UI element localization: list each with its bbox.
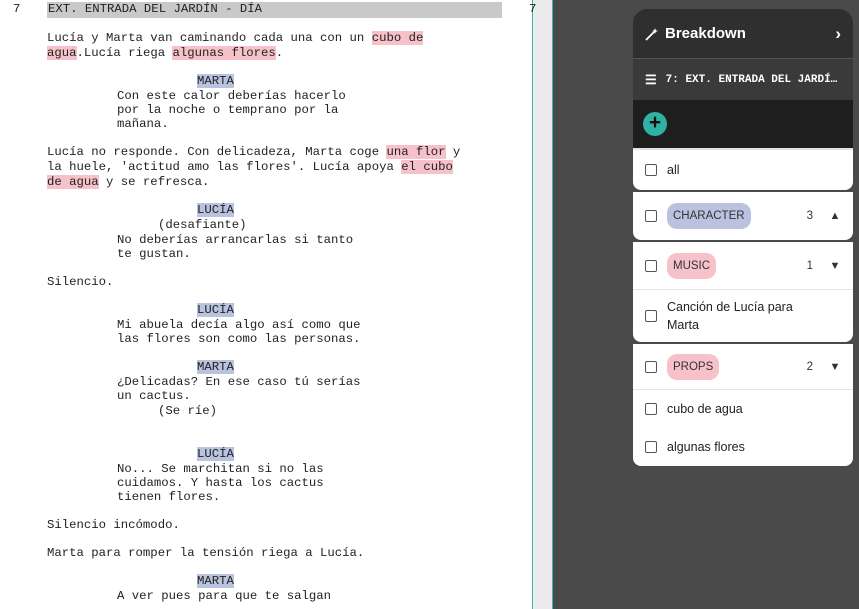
dialogue-line: mañana. (117, 117, 169, 131)
dialogue-line: No deberías arrancarlas si tanto (117, 233, 354, 247)
breakdown-item[interactable]: cubo de agua (633, 390, 853, 428)
dialogue-line: las flores son como las personas. (117, 332, 361, 346)
action-line: Lucía no responde. Con delicadeza, Marta… (47, 145, 461, 159)
chevron-down-icon[interactable]: ▼ (829, 361, 841, 373)
scene-number-left: 7 (13, 2, 21, 16)
category-pill: MUSIC (667, 252, 717, 279)
item-checkbox[interactable] (645, 310, 657, 322)
category-checkbox[interactable] (645, 360, 657, 373)
category-row-character[interactable]: CHARACTER 3 ▲ (633, 192, 853, 240)
dialogue-line: Con este calor deberías hacerlo (117, 89, 346, 103)
dialogue-line: te gustan. (117, 247, 191, 261)
dialogue-line: cuidamos. Y hasta los cactus (117, 476, 324, 490)
chevron-right-icon[interactable]: › (835, 24, 841, 44)
breakdown-item[interactable]: Canción de Lucía para Marta (633, 290, 853, 342)
category-card-character: CHARACTER 3 ▲ (633, 192, 853, 240)
all-row[interactable]: all (633, 150, 853, 190)
category-count: 2 (806, 360, 813, 373)
character-cue: MARTA (197, 360, 234, 375)
tagged-character[interactable]: LUCÍA (197, 447, 234, 461)
category-pill: PROPS (667, 353, 720, 380)
script-page: 7 EXT. ENTRADA DEL JARDÍN - DÍA 7 Lucía … (0, 0, 553, 609)
chevron-up-icon[interactable]: ▲ (829, 210, 841, 222)
item-label: cubo de agua (667, 402, 743, 416)
breakdown-title: Breakdown (665, 25, 746, 42)
page-gutter (532, 0, 552, 609)
breakdown-item[interactable]: algunas flores (633, 428, 853, 466)
character-cue: MARTA (197, 74, 234, 89)
dialogue-line: un cactus. (117, 389, 191, 403)
action-line: la huele, 'actitud amo las flores'. Lucí… (47, 160, 453, 174)
action-line: Marta para romper la tensión riega a Luc… (47, 546, 365, 560)
dialogue-line: A ver pues para que te salgan (117, 589, 332, 603)
action-line: agua.Lucía riega algunas flores. (47, 46, 284, 60)
item-label: Canción de Lucía para Marta (667, 300, 793, 332)
category-card-music: MUSIC 1 ▼ Canción de Lucía para Marta (633, 242, 853, 342)
tagged-prop[interactable]: agua (47, 46, 77, 60)
character-cue: MARTA (197, 574, 234, 589)
breakdown-panel: Breakdown › ☰ 7: EXT. ENTRADA DEL JARDÍ…… (633, 9, 853, 466)
all-label: all (667, 163, 680, 177)
tagged-character[interactable]: MARTA (197, 360, 234, 374)
magic-wand-icon (645, 27, 658, 41)
tagged-character[interactable]: LUCÍA (197, 303, 234, 317)
category-card-all: all (633, 148, 853, 190)
action-line: Silencio incómodo. (47, 518, 180, 532)
all-checkbox[interactable] (645, 164, 657, 176)
scene-number-right: 7 (529, 2, 537, 16)
action-line: de agua y se refresca. (47, 175, 210, 189)
tagged-character[interactable]: MARTA (197, 574, 234, 588)
chevron-down-icon[interactable]: ▼ (829, 260, 841, 272)
action-line: Silencio. (47, 275, 114, 289)
tagged-character[interactable]: MARTA (197, 74, 234, 88)
parenthetical: (Se ríe) (158, 404, 218, 418)
character-cue: LUCÍA (197, 303, 234, 318)
item-label: algunas flores (667, 440, 745, 454)
category-checkbox[interactable] (645, 259, 657, 272)
tagged-prop[interactable]: el cubo (401, 160, 453, 174)
tagged-prop[interactable]: algunas flores (172, 46, 276, 60)
dialogue-line: ¿Delicadas? En ese caso tú serías (117, 375, 361, 389)
dialogue-line: No... Se marchitan si no las (117, 462, 324, 476)
category-checkbox[interactable] (645, 210, 657, 222)
item-checkbox[interactable] (645, 403, 657, 415)
dialogue-line: tienen flores. (117, 490, 221, 504)
category-row-props[interactable]: PROPS 2 ▼ (633, 344, 853, 390)
tagged-character[interactable]: LUCÍA (197, 203, 234, 217)
scene-selector[interactable]: ☰ 7: EXT. ENTRADA DEL JARDÍ… (633, 59, 853, 100)
menu-icon[interactable]: ☰ (645, 72, 657, 88)
add-element-button[interactable]: + (643, 112, 667, 136)
character-cue: LUCÍA (197, 447, 234, 462)
dialogue-line: por la noche o temprano por la (117, 103, 339, 117)
scene-selector-label: 7: EXT. ENTRADA DEL JARDÍ… (665, 73, 838, 86)
tagged-prop[interactable]: cubo de (371, 31, 424, 45)
category-count: 1 (806, 259, 813, 272)
category-card-props: PROPS 2 ▼ cubo de agua algunas flores (633, 344, 853, 466)
category-pill: CHARACTER (667, 203, 751, 229)
category-count: 3 (806, 210, 813, 222)
tagged-prop[interactable]: una flor (386, 145, 446, 159)
tagged-prop[interactable]: de agua (47, 175, 99, 189)
parenthetical: (desafiante) (158, 218, 247, 232)
dialogue-line: Mi abuela decía algo así como que (117, 318, 361, 332)
add-row: + (633, 100, 853, 148)
breakdown-header[interactable]: Breakdown › (633, 9, 853, 59)
item-checkbox[interactable] (645, 441, 657, 453)
scene-heading[interactable]: EXT. ENTRADA DEL JARDÍN - DÍA (47, 2, 502, 18)
category-row-music[interactable]: MUSIC 1 ▼ (633, 242, 853, 290)
action-line: Lucía y Marta van caminando cada una con… (47, 31, 424, 45)
character-cue: LUCÍA (197, 203, 234, 218)
